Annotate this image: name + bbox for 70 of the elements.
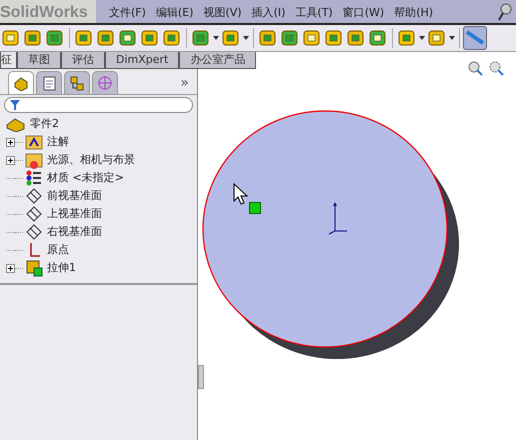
- expand-toggle-icon[interactable]: [6, 264, 15, 272]
- toolbar-button[interactable]: [258, 28, 278, 48]
- ribbon-tab[interactable]: 办公室产品: [179, 52, 256, 69]
- part-icon: [13, 75, 29, 91]
- material-icon: [25, 169, 43, 187]
- dropdown-caret-icon[interactable]: [418, 34, 426, 42]
- toolbar-button[interactable]: [74, 28, 94, 48]
- filter-field[interactable]: [4, 97, 193, 113]
- tree-item[interactable]: 零件2: [30, 116, 59, 132]
- toolbar-button[interactable]: [45, 28, 65, 48]
- expand-panel-button[interactable]: »: [180, 73, 189, 94]
- axis-triad-icon: [328, 201, 348, 235]
- toolbar-button[interactable]: [191, 28, 211, 48]
- zoom-icon[interactable]: [468, 61, 484, 77]
- toolbar-button[interactable]: [280, 28, 300, 48]
- tree-item[interactable]: 原点: [47, 242, 69, 258]
- toolbar-button[interactable]: [1, 28, 21, 48]
- expand-toggle-icon[interactable]: [6, 138, 15, 146]
- dropdown-caret-icon[interactable]: [212, 34, 220, 42]
- tree-item[interactable]: 光源、相机与布景: [47, 152, 135, 168]
- menu-item[interactable]: 窗口(W): [338, 0, 390, 23]
- ribbon-tab[interactable]: 草图: [17, 52, 61, 69]
- tree-item[interactable]: 右视基准面: [47, 224, 102, 240]
- tree-item[interactable]: 注解: [47, 134, 69, 150]
- point-marker-icon: [249, 202, 261, 214]
- ribbon-tab[interactable]: 评估: [61, 52, 105, 69]
- toolbar-button[interactable]: [346, 28, 366, 48]
- plane-icon: [25, 223, 43, 241]
- toolbar-button[interactable]: [118, 28, 138, 48]
- toolbar-button[interactable]: [302, 28, 322, 48]
- plane-icon: [25, 205, 43, 223]
- part-icon: [6, 116, 26, 132]
- toolbar-button[interactable]: [23, 28, 43, 48]
- menu-item[interactable]: 视图(V): [198, 0, 247, 23]
- toolbar-button[interactable]: [221, 28, 241, 48]
- tree-item[interactable]: 上视基准面: [47, 206, 102, 222]
- toolbar-button[interactable]: [368, 28, 388, 48]
- panel-tab[interactable]: [64, 71, 90, 94]
- annotation-folder-icon: [25, 133, 43, 151]
- toolbar-button[interactable]: [427, 28, 447, 48]
- ribbon-tab[interactable]: DimXpert: [105, 52, 180, 69]
- filter-icon: [9, 99, 21, 111]
- menu-item[interactable]: 帮助(H): [389, 0, 438, 23]
- tree-item[interactable]: 前视基准面: [47, 188, 102, 204]
- tree-item[interactable]: 材质 <未指定>: [47, 170, 124, 186]
- toolbar-toggle-button[interactable]: [463, 26, 487, 50]
- menu-item[interactable]: 工具(T): [290, 0, 338, 23]
- menu-item[interactable]: 插入(I): [246, 0, 290, 23]
- plane-icon: [25, 187, 43, 205]
- zoom-icon[interactable]: [489, 61, 505, 77]
- crosshair-icon: [97, 75, 113, 91]
- dropdown-caret-icon[interactable]: [448, 34, 456, 42]
- property-sheet-icon: [41, 75, 57, 91]
- expand-toggle-icon[interactable]: [6, 156, 15, 164]
- tree-item[interactable]: 拉伸1: [47, 260, 76, 276]
- extrude-feature-icon: [25, 259, 43, 277]
- configuration-icon: [69, 75, 85, 91]
- ribbon-tab[interactable]: 征: [0, 52, 17, 69]
- toolbar-button[interactable]: [140, 28, 160, 48]
- lights-folder-icon: [25, 151, 43, 169]
- app-logo: SolidWorks: [0, 0, 96, 23]
- toolbar-button[interactable]: [96, 28, 116, 48]
- menu-item[interactable]: 文件(F): [104, 0, 151, 23]
- dropdown-caret-icon[interactable]: [242, 34, 250, 42]
- toolbar-button[interactable]: [162, 28, 182, 48]
- menu-item[interactable]: 编辑(E): [150, 0, 198, 23]
- panel-tab[interactable]: [8, 71, 34, 94]
- panel-tab[interactable]: [36, 71, 62, 94]
- toolbar-button[interactable]: [324, 28, 344, 48]
- toolbar-button[interactable]: [397, 28, 417, 48]
